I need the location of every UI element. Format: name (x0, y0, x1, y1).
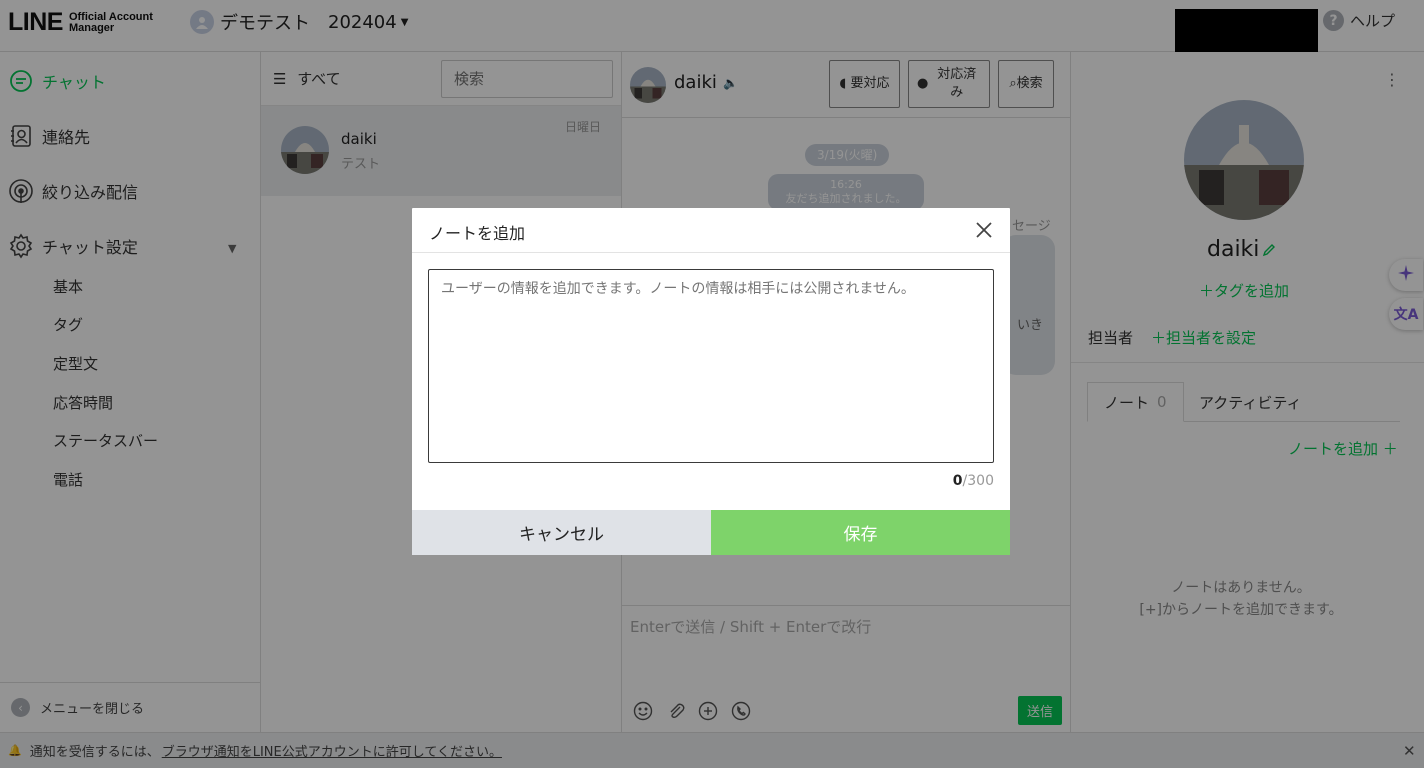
note-textarea[interactable] (428, 269, 994, 463)
counter-max: /300 (962, 473, 994, 489)
add-note-dialog: ノートを追加 0/300 キャンセル 保存 (412, 208, 1010, 555)
character-counter: 0/300 (953, 473, 994, 489)
close-icon[interactable] (974, 220, 996, 242)
save-button[interactable]: 保存 (711, 510, 1010, 555)
divider (412, 252, 1010, 253)
dialog-title: ノートを追加 (429, 224, 526, 243)
cancel-button[interactable]: キャンセル (412, 510, 711, 555)
counter-current: 0 (952, 473, 963, 489)
